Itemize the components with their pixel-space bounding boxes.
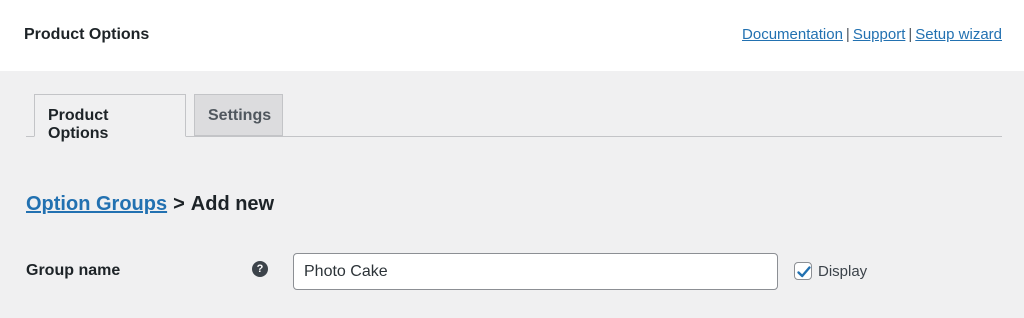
tab-product-options[interactable]: Product Options (34, 94, 186, 142)
link-separator: | (845, 26, 850, 43)
group-name-input[interactable] (293, 253, 778, 290)
breadcrumb-separator: > (173, 193, 185, 215)
display-label: Display (818, 262, 868, 280)
checkmark-icon (797, 266, 811, 278)
display-checkbox[interactable] (794, 262, 812, 280)
top-header: Product Options Documentation | Support | Se… (0, 0, 1024, 71)
support-link[interactable]: Support (853, 26, 906, 43)
breadcrumb: Option Groups > Add new (26, 193, 274, 216)
option-groups-link[interactable]: Option Groups (26, 193, 167, 215)
link-separator: | (908, 26, 913, 43)
documentation-link[interactable]: Documentation (742, 26, 843, 43)
display-checkbox-wrap[interactable]: Display (794, 262, 867, 280)
header-links: Documentation | Support | Setup wizard (742, 26, 1002, 43)
group-name-label: Group name (26, 262, 121, 279)
breadcrumb-current: Add new (190, 193, 275, 215)
tab-bar: Product Options Settings (26, 94, 1002, 142)
setup-wizard-link[interactable]: Setup wizard (915, 26, 1002, 43)
tab-settings[interactable]: Settings (194, 94, 283, 136)
help-icon[interactable]: ? (252, 261, 268, 277)
page-title: Product Options (24, 26, 150, 43)
